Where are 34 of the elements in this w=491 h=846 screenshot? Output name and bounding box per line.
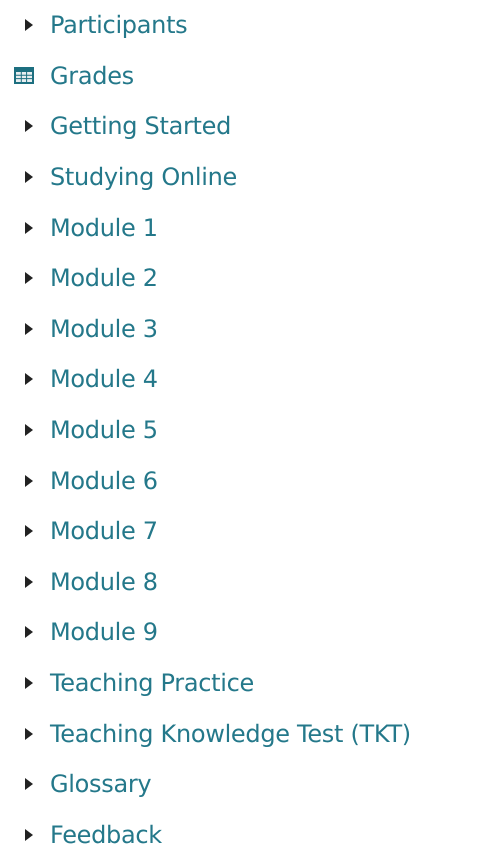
caret-icon[interactable] [25,626,33,638]
caret-icon[interactable] [25,728,33,740]
caret-icon[interactable] [25,474,33,487]
nav-link[interactable]: Module 4 [50,361,158,398]
nav-link[interactable]: Module 8 [50,564,158,600]
caret-icon[interactable] [25,778,33,790]
nav-link[interactable]: Module 6 [50,462,158,499]
nav-link[interactable]: Participants [50,7,188,44]
nav-link[interactable]: Module 3 [50,310,158,347]
nav-link[interactable]: Glossary [50,766,152,802]
nav-link[interactable]: Feedback [50,816,162,846]
nav-link[interactable]: Module 9 [50,614,158,650]
caret-icon[interactable] [25,828,33,841]
caret-icon[interactable] [25,171,33,184]
nav-link[interactable]: Module 5 [50,412,158,448]
nav-link[interactable]: Getting Started [50,108,232,144]
nav-link[interactable]: Grades [50,58,134,94]
nav-link[interactable]: Module 2 [50,260,158,296]
caret-icon[interactable] [25,424,33,436]
caret-icon[interactable] [25,272,33,284]
nav-link[interactable]: Teaching Knowledge Test (TKT) [50,716,411,752]
nav-link[interactable]: Teaching Practice [50,665,254,702]
nav-link[interactable]: Module 1 [50,210,158,246]
nav-link[interactable]: Module 7 [50,513,158,550]
table-icon [14,67,34,84]
caret-icon[interactable] [25,677,33,690]
nav-link[interactable]: Studying Online [50,159,237,196]
caret-icon[interactable] [25,222,33,234]
caret-icon[interactable] [25,576,33,588]
caret-icon[interactable] [25,373,33,386]
caret-icon[interactable] [25,322,33,335]
caret-icon[interactable] [25,525,33,538]
caret-icon[interactable] [25,120,33,132]
caret-icon[interactable] [25,19,33,32]
